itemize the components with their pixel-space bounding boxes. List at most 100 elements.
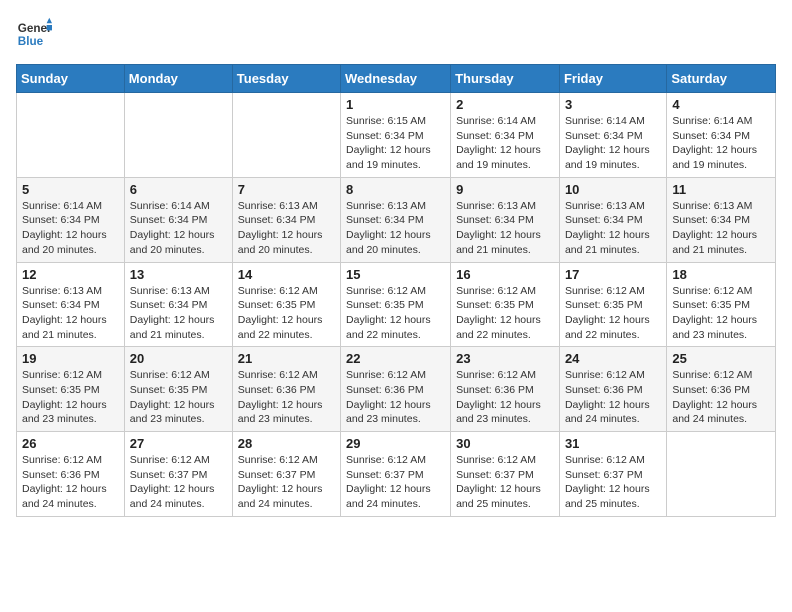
calendar-cell: 8 Sunrise: 6:13 AM Sunset: 6:34 PM Daylig…: [341, 177, 451, 262]
calendar-cell: 7 Sunrise: 6:13 AM Sunset: 6:34 PM Daylig…: [232, 177, 340, 262]
calendar-cell: 10 Sunrise: 6:13 AM Sunset: 6:34 PM Dayli…: [559, 177, 666, 262]
day-info: Sunrise: 6:13 AM Sunset: 6:34 PM Dayligh…: [130, 284, 227, 343]
col-header-thursday: Thursday: [451, 65, 560, 93]
calendar-cell: 28 Sunrise: 6:12 AM Sunset: 6:37 PM Dayli…: [232, 432, 340, 517]
day-info: Sunrise: 6:13 AM Sunset: 6:34 PM Dayligh…: [672, 199, 770, 258]
calendar-cell: 24 Sunrise: 6:12 AM Sunset: 6:36 PM Dayli…: [559, 347, 666, 432]
day-info: Sunrise: 6:12 AM Sunset: 6:36 PM Dayligh…: [238, 368, 335, 427]
day-number: 16: [456, 267, 554, 282]
page-header: General Blue: [16, 16, 776, 52]
calendar-cell: [667, 432, 776, 517]
calendar-cell: 5 Sunrise: 6:14 AM Sunset: 6:34 PM Daylig…: [17, 177, 125, 262]
day-number: 24: [565, 351, 661, 366]
day-number: 25: [672, 351, 770, 366]
day-info: Sunrise: 6:12 AM Sunset: 6:35 PM Dayligh…: [346, 284, 445, 343]
day-info: Sunrise: 6:13 AM Sunset: 6:34 PM Dayligh…: [346, 199, 445, 258]
day-info: Sunrise: 6:12 AM Sunset: 6:36 PM Dayligh…: [346, 368, 445, 427]
day-number: 3: [565, 97, 661, 112]
calendar-cell: 17Sunrise: 6:12 AM Sunset: 6:35 PM Dayli…: [559, 262, 666, 347]
col-header-saturday: Saturday: [667, 65, 776, 93]
col-header-wednesday: Wednesday: [341, 65, 451, 93]
calendar-cell: 21 Sunrise: 6:12 AM Sunset: 6:36 PM Dayli…: [232, 347, 340, 432]
day-info: Sunrise: 6:13 AM Sunset: 6:34 PM Dayligh…: [22, 284, 119, 343]
day-number: 27: [130, 436, 227, 451]
day-number: 1: [346, 97, 445, 112]
day-info: Sunrise: 6:14 AM Sunset: 6:34 PM Dayligh…: [130, 199, 227, 258]
calendar-cell: 6 Sunrise: 6:14 AM Sunset: 6:34 PM Daylig…: [124, 177, 232, 262]
day-info: Sunrise: 6:12 AM Sunset: 6:35 PM Dayligh…: [238, 284, 335, 343]
day-info: Sunrise: 6:12 AM Sunset: 6:37 PM Dayligh…: [456, 453, 554, 512]
calendar-cell: 9 Sunrise: 6:13 AM Sunset: 6:34 PM Daylig…: [451, 177, 560, 262]
calendar-cell: 22 Sunrise: 6:12 AM Sunset: 6:36 PM Dayli…: [341, 347, 451, 432]
calendar-cell: 19Sunrise: 6:12 AM Sunset: 6:35 PM Dayli…: [17, 347, 125, 432]
calendar-week-row: 1Sunrise: 6:15 AM Sunset: 6:34 PM Daylig…: [17, 93, 776, 178]
calendar-week-row: 19 Sunrise: 6:12 AM Sunset: 6:35 PM Dayli…: [17, 347, 776, 432]
col-header-friday: Friday: [559, 65, 666, 93]
logo: General Blue: [16, 16, 52, 52]
day-info: Sunrise: 6:12 AM Sunset: 6:37 PM Dayligh…: [565, 453, 661, 512]
day-number: 21: [238, 351, 335, 366]
day-number: 20: [130, 351, 227, 366]
day-info: Sunrise: 6:12 AM Sunset: 6:36 PM Dayligh…: [456, 368, 554, 427]
day-number: 12: [22, 267, 119, 282]
calendar-table: SundayMondayTuesdayWednesdayThursdayFrid…: [16, 64, 776, 517]
day-number: 26: [22, 436, 119, 451]
calendar-cell: 29 Sunrise: 6:12 AM Sunset: 6:37 PM Dayli…: [341, 432, 451, 517]
calendar-cell: 18Sunrise: 6:12 AM Sunset: 6:35 PM Dayli…: [667, 262, 776, 347]
day-number: 6: [130, 182, 227, 197]
calendar-cell: 23 Sunrise: 6:12 AM Sunset: 6:36 PM Dayli…: [451, 347, 560, 432]
day-info: Sunrise: 6:13 AM Sunset: 6:34 PM Dayligh…: [456, 199, 554, 258]
day-number: 10: [565, 182, 661, 197]
day-info: Sunrise: 6:14 AM Sunset: 6:34 PM Dayligh…: [672, 114, 770, 173]
calendar-cell: 27Sunrise: 6:12 AM Sunset: 6:37 PM Dayli…: [124, 432, 232, 517]
calendar-cell: 26Sunrise: 6:12 AM Sunset: 6:36 PM Dayli…: [17, 432, 125, 517]
day-number: 5: [22, 182, 119, 197]
calendar-header-row: SundayMondayTuesdayWednesdayThursdayFrid…: [17, 65, 776, 93]
day-number: 4: [672, 97, 770, 112]
day-number: 30: [456, 436, 554, 451]
calendar-cell: [232, 93, 340, 178]
calendar-week-row: 26Sunrise: 6:12 AM Sunset: 6:36 PM Dayli…: [17, 432, 776, 517]
day-info: Sunrise: 6:14 AM Sunset: 6:34 PM Dayligh…: [565, 114, 661, 173]
day-number: 7: [238, 182, 335, 197]
day-number: 19: [22, 351, 119, 366]
calendar-cell: 30 Sunrise: 6:12 AM Sunset: 6:37 PM Dayli…: [451, 432, 560, 517]
day-info: Sunrise: 6:14 AM Sunset: 6:34 PM Dayligh…: [22, 199, 119, 258]
calendar-cell: [124, 93, 232, 178]
calendar-cell: [17, 93, 125, 178]
calendar-cell: 13Sunrise: 6:13 AM Sunset: 6:34 PM Dayli…: [124, 262, 232, 347]
day-number: 2: [456, 97, 554, 112]
day-info: Sunrise: 6:12 AM Sunset: 6:35 PM Dayligh…: [130, 368, 227, 427]
calendar-cell: 3 Sunrise: 6:14 AM Sunset: 6:34 PM Daylig…: [559, 93, 666, 178]
calendar-cell: 1Sunrise: 6:15 AM Sunset: 6:34 PM Daylig…: [341, 93, 451, 178]
day-number: 9: [456, 182, 554, 197]
calendar-cell: 25 Sunrise: 6:12 AM Sunset: 6:36 PM Dayli…: [667, 347, 776, 432]
day-number: 29: [346, 436, 445, 451]
day-info: Sunrise: 6:14 AM Sunset: 6:34 PM Dayligh…: [456, 114, 554, 173]
calendar-cell: 16 Sunrise: 6:12 AM Sunset: 6:35 PM Dayli…: [451, 262, 560, 347]
day-number: 18: [672, 267, 770, 282]
calendar-week-row: 5 Sunrise: 6:14 AM Sunset: 6:34 PM Daylig…: [17, 177, 776, 262]
day-info: Sunrise: 6:13 AM Sunset: 6:34 PM Dayligh…: [565, 199, 661, 258]
day-info: Sunrise: 6:12 AM Sunset: 6:35 PM Dayligh…: [456, 284, 554, 343]
calendar-cell: 12 Sunrise: 6:13 AM Sunset: 6:34 PM Dayli…: [17, 262, 125, 347]
day-number: 8: [346, 182, 445, 197]
logo-icon: General Blue: [16, 16, 52, 52]
col-header-monday: Monday: [124, 65, 232, 93]
day-info: Sunrise: 6:12 AM Sunset: 6:35 PM Dayligh…: [565, 284, 661, 343]
day-number: 23: [456, 351, 554, 366]
calendar-cell: 4 Sunrise: 6:14 AM Sunset: 6:34 PM Daylig…: [667, 93, 776, 178]
day-number: 22: [346, 351, 445, 366]
calendar-cell: 14Sunrise: 6:12 AM Sunset: 6:35 PM Dayli…: [232, 262, 340, 347]
calendar-cell: 20 Sunrise: 6:12 AM Sunset: 6:35 PM Dayli…: [124, 347, 232, 432]
day-info: Sunrise: 6:13 AM Sunset: 6:34 PM Dayligh…: [238, 199, 335, 258]
day-info: Sunrise: 6:12 AM Sunset: 6:37 PM Dayligh…: [238, 453, 335, 512]
calendar-cell: 11 Sunrise: 6:13 AM Sunset: 6:34 PM Dayli…: [667, 177, 776, 262]
svg-text:Blue: Blue: [18, 35, 44, 48]
day-info: Sunrise: 6:12 AM Sunset: 6:36 PM Dayligh…: [672, 368, 770, 427]
day-info: Sunrise: 6:12 AM Sunset: 6:37 PM Dayligh…: [346, 453, 445, 512]
day-number: 28: [238, 436, 335, 451]
day-info: Sunrise: 6:12 AM Sunset: 6:36 PM Dayligh…: [565, 368, 661, 427]
day-number: 11: [672, 182, 770, 197]
col-header-sunday: Sunday: [17, 65, 125, 93]
